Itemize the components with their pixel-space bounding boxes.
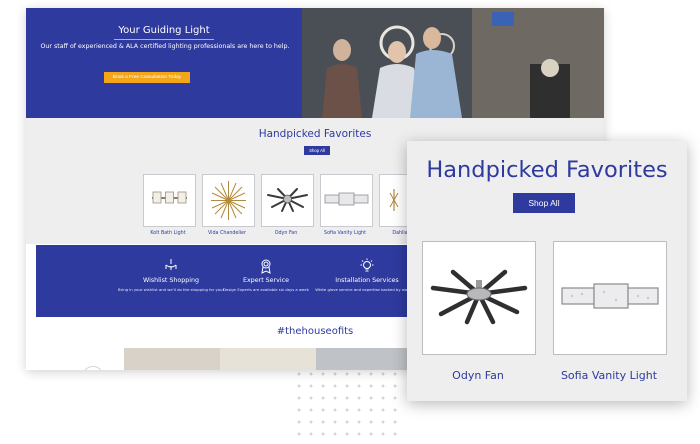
hero-photo (302, 8, 604, 118)
showroom-people-image (302, 8, 604, 118)
vanity-light-icon (324, 192, 369, 206)
product-card-sofia-vanity-light[interactable] (553, 241, 667, 355)
feature-expert-service: Expert Service Design Experts are availa… (211, 245, 321, 292)
hero-title: Your Guiding Light (118, 25, 210, 36)
product-card-vida-chandelier[interactable] (202, 174, 255, 227)
ceiling-fan-icon (430, 269, 528, 325)
hero-divider (114, 39, 214, 40)
feature-title: Wishlist Shopping (143, 277, 199, 284)
instagram-photo[interactable] (316, 348, 412, 370)
shop-all-button[interactable]: Shop All (304, 146, 330, 155)
hero-subtitle: Our staff of experienced & ALA certified… (40, 43, 290, 50)
favorites-zoom-panel: Handpicked Favorites Shop All Odyn Fan S… (407, 141, 687, 401)
carousel-arrow-button[interactable] (82, 366, 104, 370)
instagram-photo[interactable] (124, 348, 220, 370)
feature-description: Design Experts are available six days a … (223, 287, 309, 292)
decorative-dot-grid (293, 368, 403, 444)
feature-title: Installation Services (335, 277, 399, 284)
feature-installation-services: Installation Services White glove servic… (312, 245, 422, 292)
product-label[interactable]: Odyn Fan (413, 369, 543, 382)
lightbulb-icon (360, 258, 374, 272)
favorites-title: Handpicked Favorites (258, 128, 372, 140)
chandelier-icon (165, 259, 177, 270)
ceiling-fan-icon (267, 188, 308, 212)
product-card-odyn-fan[interactable] (261, 174, 314, 227)
award-ribbon-icon (261, 259, 271, 274)
product-label[interactable]: Sofia Vanity Light (544, 369, 674, 382)
product-card-kolt-bath-light[interactable] (143, 174, 196, 227)
feature-description: Bring in your wishlist and we'll do the … (117, 287, 225, 292)
consultation-button[interactable]: Book a Free Consultation Today (104, 72, 190, 83)
chandelier-icon (211, 181, 246, 220)
instagram-photo[interactable] (220, 348, 316, 370)
product-card-sofia-vanity-light[interactable] (320, 174, 373, 227)
vanity-light-icon (561, 283, 659, 309)
feature-wishlist-shopping: Wishlist Shopping Bring in your wishlist… (116, 245, 226, 292)
shop-all-button[interactable]: Shop All (513, 193, 575, 213)
panel-title: Handpicked Favorites (426, 157, 668, 183)
feature-description: White glove service and expertise backed… (315, 287, 419, 292)
product-card-odyn-fan[interactable] (422, 241, 536, 355)
feature-title: Expert Service (243, 277, 289, 284)
bath-light-icon (152, 191, 187, 204)
